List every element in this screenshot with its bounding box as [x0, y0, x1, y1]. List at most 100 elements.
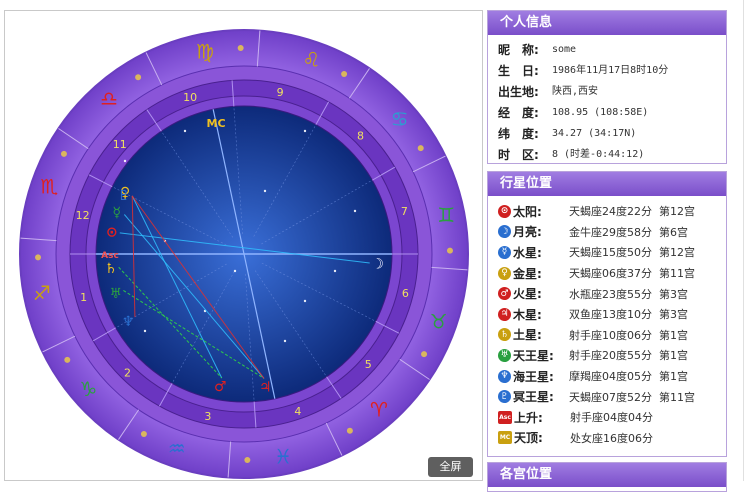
star-dot: [143, 329, 147, 333]
planet-name: 火星:: [513, 287, 542, 302]
scrollbar-track[interactable]: [743, 0, 744, 481]
planet-glyph-icon: ♄: [498, 328, 511, 342]
ruler-dot: [244, 456, 251, 463]
star-dot: [183, 129, 187, 133]
planet-name: 水星:: [513, 245, 542, 260]
planet-glyph-icon: ♃: [498, 307, 511, 321]
ruler-dot: [237, 45, 244, 52]
planet-glyph-icon: ♇: [498, 390, 511, 404]
planet-row: ♄ 土星: 射手座10度06分 第1宫: [488, 325, 726, 346]
natal-chart-wheel[interactable]: ♈♉♊♋♌♍♎♏♐♑♒ ♓123 456789101112♀♇☿⊙♄♅♆♂ ♃☽Asc…: [5, 11, 482, 480]
house-number: 11: [113, 138, 127, 151]
planet-house: 第11宫: [659, 267, 695, 281]
zodiac-sign-icon: ♊: [437, 203, 455, 227]
house-positions-header: 各宫位置: [488, 463, 726, 487]
planet-glyph-icon: ⊙: [498, 204, 511, 218]
planet-house: 第1宫: [659, 370, 688, 384]
planet-sign: 射手座04度04分: [570, 411, 653, 425]
star-dot: [353, 209, 357, 213]
info-label: 生 日:: [498, 64, 539, 78]
planet-name: 月亮:: [513, 225, 542, 240]
mc-label: MC: [207, 117, 226, 130]
planet-sign: 处女座16度06分: [570, 431, 653, 445]
planet-sign: 天蝎座06度37分: [569, 267, 652, 281]
house-number: 10: [183, 91, 197, 104]
house-number: 3: [204, 410, 211, 423]
planet-row: ♅ 天王星: 射手座20度55分 第1宫: [488, 345, 726, 366]
personal-info-list: 昵 称: some 生 日: 1986年11月17日8时10分出生地: 陕西,西安经 度…: [488, 40, 726, 165]
ruler-dot: [446, 247, 453, 254]
zodiac-sign-icon: ♒: [168, 437, 186, 461]
planet-sign: 水瓶座23度55分: [569, 287, 652, 301]
planet-house: 第3宫: [659, 287, 688, 301]
planet-row: ♇ 冥王星: 天蝎座07度52分 第11宫: [488, 386, 726, 407]
planet-name: 天王星:: [513, 348, 554, 363]
house-positions-panel: 各宫位置: [487, 462, 727, 492]
house-number: 9: [277, 86, 284, 99]
planet-house: 第1宫: [659, 328, 688, 342]
info-row: 出生地: 陕西,西安: [488, 82, 726, 102]
planet-row: ♀ 金星: 天蝎座06度37分 第11宫: [488, 263, 726, 284]
zodiac-sign-icon: ♐: [33, 281, 51, 305]
zodiac-sign-icon: ♈: [370, 398, 388, 422]
star-dot: [123, 159, 127, 163]
planet-house: 第1宫: [659, 349, 688, 363]
planet-glyph-icon: ☿: [498, 245, 511, 259]
info-row: 生 日: 1986年11月17日8时10分: [488, 61, 726, 81]
ruler-dot: [421, 351, 428, 358]
natal-chart-panel: ♈ ♉ ♊ ♋ ♌ ♍ ♎ ♏ ♐ ♑ ♒ ♓ 1 2 3 4 5 6 7 8 9 10 11 12 ♀ ♇ ☿ ⊙ ♄ ♅ ♆ ♂ ♃ ☽ Asc…: [4, 10, 483, 481]
info-value: 8 (时差-0:44:12): [552, 149, 645, 160]
planet-marker-icon: ♂: [214, 379, 227, 395]
ruler-dot: [341, 70, 348, 77]
info-label: 出生地:: [498, 85, 539, 99]
house-number: 8: [357, 130, 364, 143]
star-dot: [303, 129, 307, 133]
planet-house: 第12宫: [659, 246, 695, 260]
ruler-dot: [417, 145, 424, 152]
planet-marker-icon: ♇: [117, 188, 130, 204]
planet-name: 上升:: [514, 410, 543, 425]
asc-label: Asc: [101, 251, 119, 261]
info-value: 1986年11月17日8时10分: [552, 65, 669, 76]
planet-house: 第6宫: [659, 225, 688, 239]
house-number: 5: [365, 358, 372, 371]
ruler-dot: [140, 431, 147, 438]
planet-glyph-icon: ♆: [498, 369, 511, 383]
planet-marker-icon: ☿: [112, 205, 121, 221]
planet-row: ♂ 火星: 水瓶座23度55分 第3宫: [488, 283, 726, 304]
planet-marker-icon: ☽: [371, 257, 384, 273]
planet-sign: 天蝎座07度52分: [569, 390, 652, 404]
planet-sign: 双鱼座13度10分: [569, 308, 652, 322]
info-row: 昵 称: some: [488, 40, 726, 60]
planet-row: ♆ 海王星: 摩羯座04度05分 第1宫: [488, 366, 726, 387]
info-value: 34.27 (34:17N): [552, 128, 637, 139]
planet-glyph-icon: ♂: [498, 287, 511, 301]
house-number: 6: [402, 287, 409, 300]
star-dot: [283, 339, 287, 343]
info-row: 时 区: 8 (时差-0:44:12): [488, 145, 726, 165]
ruler-dot: [346, 427, 353, 434]
info-label: 纬 度:: [498, 127, 539, 141]
house-number: 4: [294, 405, 301, 418]
planet-sign: 射手座20度55分: [569, 349, 652, 363]
star-dot: [303, 299, 307, 303]
zodiac-sign-icon: ♏: [40, 175, 58, 199]
planet-row: ♃ 木星: 双鱼座13度10分 第3宫: [488, 304, 726, 325]
planet-row: MC 天顶: 处女座16度06分: [488, 428, 726, 449]
planet-name: 冥王星:: [513, 390, 554, 405]
planet-sign: 天蝎座24度22分: [569, 205, 652, 219]
star-dot: [333, 269, 337, 273]
fullscreen-button[interactable]: 全屏: [428, 457, 473, 477]
info-label: 昵 称:: [498, 43, 539, 57]
planet-glyph-icon: MC: [498, 431, 512, 445]
planet-glyph-icon: ☽: [498, 225, 511, 239]
planet-name: 土星:: [513, 328, 542, 343]
zodiac-sign-icon: ♎: [100, 86, 118, 110]
info-label: 经 度:: [498, 106, 539, 120]
info-value: 108.95 (108:58E): [552, 107, 649, 118]
ruler-dot: [64, 356, 71, 363]
info-value: 陕西,西安: [552, 86, 599, 97]
info-row: 纬 度: 34.27 (34:17N): [488, 124, 726, 144]
planet-row: ☿ 水星: 天蝎座15度50分 第12宫: [488, 242, 726, 263]
zodiac-sign-icon: ♉: [430, 309, 448, 333]
